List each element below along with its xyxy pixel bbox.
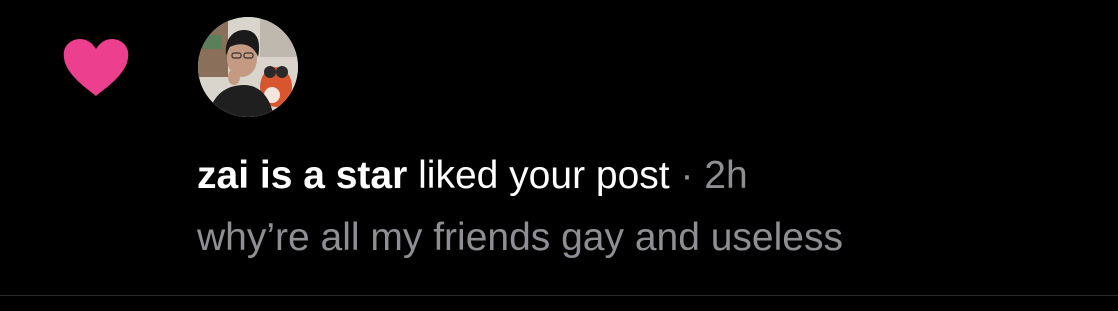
notification-headline: zai is a star liked your post · 2h [197, 150, 1097, 202]
timestamp: 2h [704, 154, 748, 197]
divider [0, 295, 1118, 296]
action-text: liked your post [418, 154, 670, 197]
notification-row[interactable]: zai is a star liked your post · 2h why’r… [0, 0, 1118, 295]
heart-icon [63, 39, 129, 96]
username-link[interactable]: zai is a star [197, 154, 407, 197]
notification-text: zai is a star liked your post · 2h why’r… [197, 150, 1097, 264]
separator-dot: · [680, 154, 694, 197]
avatar-photo [198, 17, 298, 117]
avatar[interactable] [198, 17, 298, 117]
post-preview-text: why’re all my friends gay and useless [197, 216, 843, 259]
